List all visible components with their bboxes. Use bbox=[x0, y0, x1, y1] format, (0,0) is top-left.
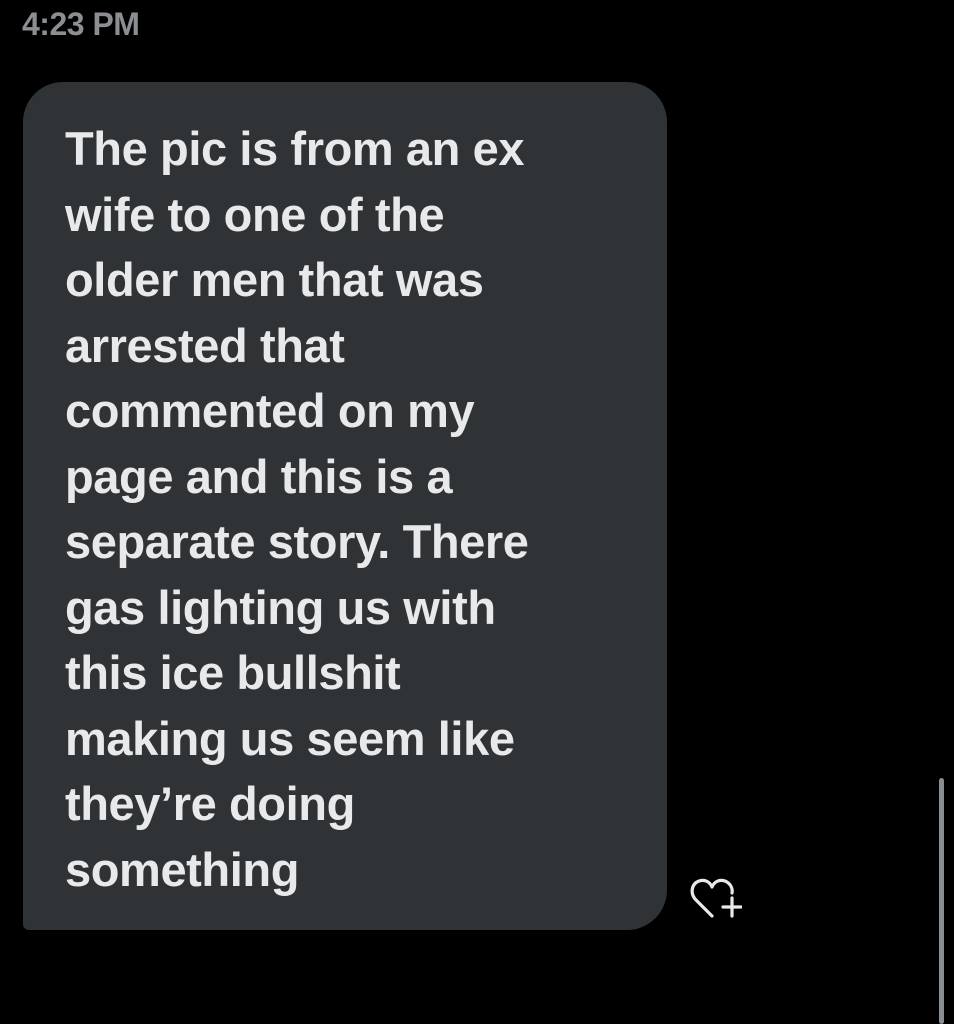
message-bubble[interactable]: The pic is from an ex wife to one of the… bbox=[23, 82, 667, 930]
heart-plus-icon bbox=[690, 876, 742, 922]
scrollbar[interactable] bbox=[939, 778, 944, 1024]
message-text: The pic is from an ex wife to one of the… bbox=[65, 122, 529, 896]
add-reaction-button[interactable] bbox=[690, 876, 742, 922]
timestamp-top: 4:23 PM bbox=[22, 6, 140, 42]
